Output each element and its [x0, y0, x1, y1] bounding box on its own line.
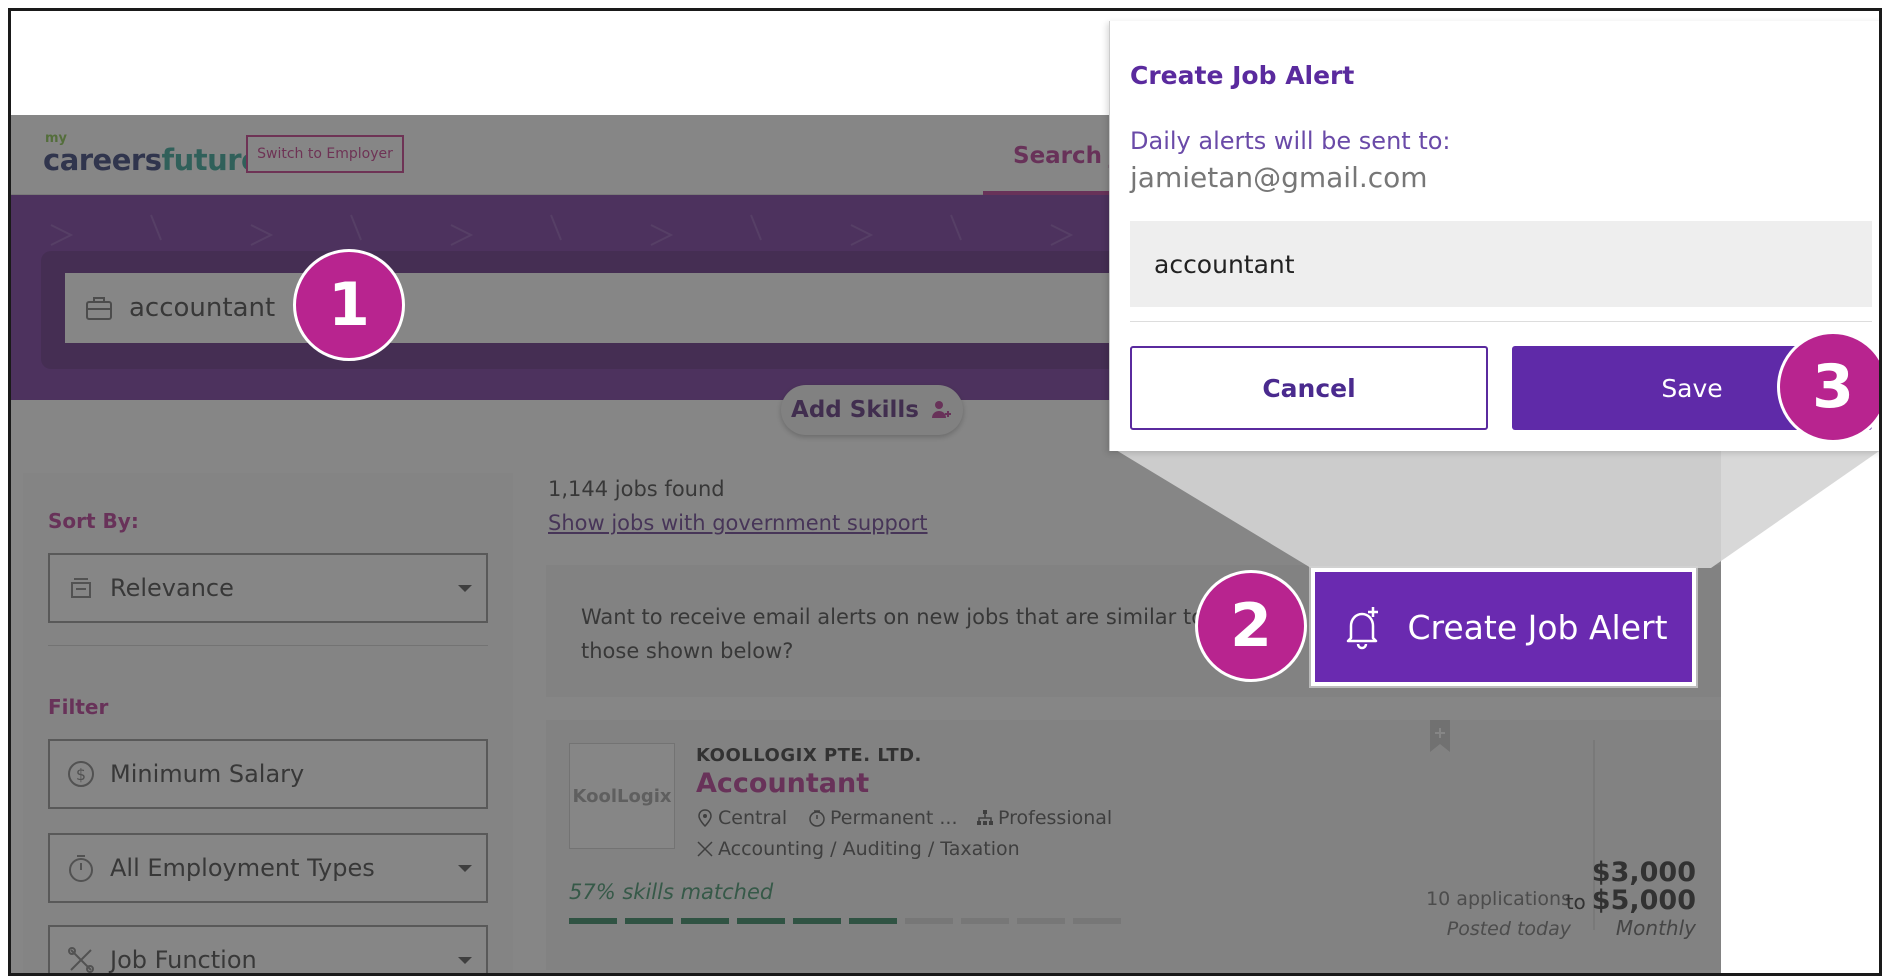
skill-bar-segment — [905, 918, 953, 924]
sort-select-value: Relevance — [110, 574, 234, 602]
job-title[interactable]: Accountant — [696, 768, 869, 799]
job-category: Accounting / Auditing / Taxation — [696, 838, 1020, 860]
filter-sidebar: Sort By: Relevance Filter $ Minimum Sala… — [23, 473, 513, 974]
create-job-alert-label: Create Job Alert — [1407, 607, 1668, 647]
logo-main-a: careers — [43, 143, 162, 177]
add-user-icon — [931, 401, 951, 418]
bookmark-icon[interactable] — [1428, 720, 1452, 754]
stopwatch-icon — [809, 810, 825, 827]
search-input-value: accountant — [129, 293, 276, 323]
posted-date: Posted today — [1446, 918, 1571, 940]
results-count: 1,144 jobs found — [548, 477, 725, 501]
company-name: KOOLLOGIX PTE. LTD. — [696, 745, 922, 766]
sort-by-label: Sort By: — [48, 509, 139, 533]
job-category-text: Accounting / Auditing / Taxation — [718, 838, 1020, 860]
step-badge-3: 3 — [1777, 331, 1879, 443]
hierarchy-icon — [977, 810, 993, 825]
job-location-text: Central — [718, 807, 788, 829]
government-support-link[interactable]: Show jobs with government support — [548, 511, 928, 535]
tools-icon — [697, 841, 713, 857]
step-badge-2: 2 — [1195, 570, 1307, 682]
sort-select[interactable]: Relevance — [48, 553, 488, 623]
minimum-salary-field[interactable]: $ Minimum Salary — [48, 739, 488, 809]
skill-bar-segment — [1073, 918, 1121, 924]
alert-keyword-value: accountant — [1154, 249, 1295, 279]
salary-from: $3,000 — [1591, 857, 1696, 888]
job-function-value: Job Function — [110, 946, 257, 974]
location-pin-icon — [698, 809, 712, 827]
bell-plus-icon — [1347, 607, 1379, 650]
cancel-button[interactable]: Cancel — [1130, 346, 1488, 430]
add-skills-button[interactable]: Add Skills — [781, 385, 963, 435]
employment-type-select[interactable]: All Employment Types — [48, 833, 488, 903]
site-logo[interactable]: my careersfuture — [43, 131, 261, 177]
search-container: accountant — [41, 251, 1165, 369]
stopwatch-icon — [69, 855, 93, 882]
job-level-text: Professional — [998, 807, 1113, 829]
logo-main-text: careersfuture — [43, 143, 261, 177]
job-alert-prompt-text: Want to receive email alerts on new jobs… — [581, 605, 1205, 663]
skill-bar-segment — [961, 918, 1009, 924]
sort-icon — [71, 578, 91, 598]
dialog-subtitle: Daily alerts will be sent to: — [1130, 127, 1451, 155]
keyword-search-input[interactable]: accountant — [65, 273, 1165, 343]
filter-label: Filter — [48, 695, 109, 719]
dialog-title: Create Job Alert — [1130, 61, 1355, 90]
create-job-alert-button[interactable]: Create Job Alert — [1311, 568, 1696, 686]
employment-type-value: All Employment Types — [110, 854, 375, 882]
step-badge-1: 1 — [293, 249, 405, 361]
salary-to: to $5,000 — [1566, 885, 1696, 916]
alert-keyword-field[interactable]: accountant — [1130, 221, 1872, 307]
salary-to-value: $5,000 — [1591, 885, 1696, 916]
tools-icon — [68, 947, 94, 973]
chevron-down-icon — [458, 957, 472, 964]
job-card[interactable]: KoolLogix KOOLLOGIX PTE. LTD. Accountant… — [546, 720, 1721, 970]
dialog-divider — [1130, 321, 1872, 322]
job-location: Central — [696, 807, 787, 829]
chevron-down-icon — [458, 865, 472, 872]
skills-matched-label: 57% skills matched — [569, 880, 774, 904]
create-job-alert-dialog: Create Job Alert Daily alerts will be se… — [1109, 21, 1879, 451]
salary-period: Monthly — [1615, 916, 1696, 940]
skill-bar-segment — [625, 918, 673, 924]
chevron-down-icon — [458, 585, 472, 592]
briefcase-icon — [86, 297, 112, 320]
job-function-select[interactable]: Job Function — [48, 925, 488, 974]
minimum-salary-placeholder: Minimum Salary — [110, 760, 305, 788]
nav-tab-search-jobs[interactable]: Search Jobs — [983, 133, 1123, 195]
job-employment-type: Permanent ... — [808, 807, 957, 829]
screenshot-frame: my careersfuture Switch to Employer Sear… — [8, 8, 1882, 976]
skill-bar-segment — [1017, 918, 1065, 924]
job-employment-text: Permanent ... — [830, 807, 958, 829]
skill-bar-segment — [681, 918, 729, 924]
salary-to-prefix: to — [1565, 890, 1586, 914]
skill-bar-segment — [793, 918, 841, 924]
svg-text:$: $ — [76, 765, 86, 784]
alert-email: jamietan@gmail.com — [1130, 161, 1428, 194]
skills-match-meter — [569, 918, 1121, 924]
skill-bar-segment — [737, 918, 785, 924]
dollar-icon: $ — [68, 761, 94, 787]
skill-bar-segment — [569, 918, 617, 924]
add-skills-label: Add Skills — [791, 397, 919, 423]
company-logo: KoolLogix — [569, 743, 675, 849]
applications-count: 10 applications — [1426, 888, 1571, 910]
skill-bar-segment — [849, 918, 897, 924]
sidebar-divider — [48, 645, 488, 646]
job-level: Professional — [976, 807, 1112, 829]
switch-to-employer-button[interactable]: Switch to Employer — [246, 135, 404, 173]
